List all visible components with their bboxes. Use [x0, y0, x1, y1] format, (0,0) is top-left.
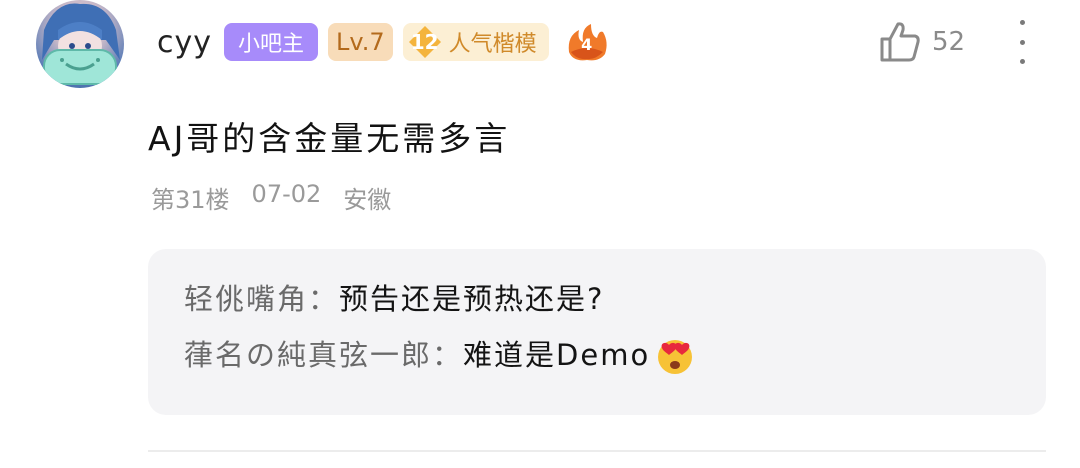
like-count: 52: [932, 27, 966, 57]
admin-badge[interactable]: 小吧主: [224, 23, 319, 61]
fire-badge-icon[interactable]: 4: [565, 22, 609, 62]
diamond-icon: 12: [407, 24, 443, 60]
avatar[interactable]: [36, 0, 124, 88]
user-info-row: cyy 小吧主 Lv.7 12 人气楷模 4: [157, 22, 609, 62]
reply-item[interactable]: 轻佻嘴角： 预告还是预热还是?: [184, 271, 1046, 327]
reply-item[interactable]: 葎名の純真弦一郎： 难道是Demo: [184, 327, 1046, 383]
comment-meta: 第31楼 07-02 安徽: [151, 180, 391, 215]
post-date: 07-02: [251, 180, 322, 208]
username[interactable]: cyy: [157, 25, 212, 60]
post-location: 安徽: [343, 186, 392, 214]
popularity-title: 人气楷模: [448, 32, 537, 57]
replies-box[interactable]: 轻佻嘴角： 预告还是预热还是? 葎名の純真弦一郎： 难道是Demo: [148, 249, 1046, 415]
anime-avatar-icon: [42, 3, 120, 85]
like-button[interactable]: 52: [878, 20, 965, 64]
comment-text: AJ哥的含金量无需多言: [148, 119, 511, 158]
reply-author[interactable]: 轻佻嘴角：: [184, 271, 339, 327]
thumbs-up-icon: [880, 22, 920, 62]
popularity-badge[interactable]: 12 人气楷模: [402, 23, 549, 61]
divider: [148, 450, 1046, 452]
heart-eyes-emoji-icon: [658, 340, 693, 374]
floor-number: 第31楼: [151, 186, 230, 214]
popularity-level: 12: [410, 30, 439, 54]
level-badge[interactable]: Lv.7: [328, 23, 393, 61]
fire-badge-number: 4: [581, 34, 593, 54]
reply-text: 预告还是预热还是?: [339, 282, 605, 316]
reply-author[interactable]: 葎名の純真弦一郎：: [184, 327, 463, 383]
more-options-icon[interactable]: [1010, 20, 1034, 64]
reply-text: 难道是Demo: [463, 338, 651, 372]
